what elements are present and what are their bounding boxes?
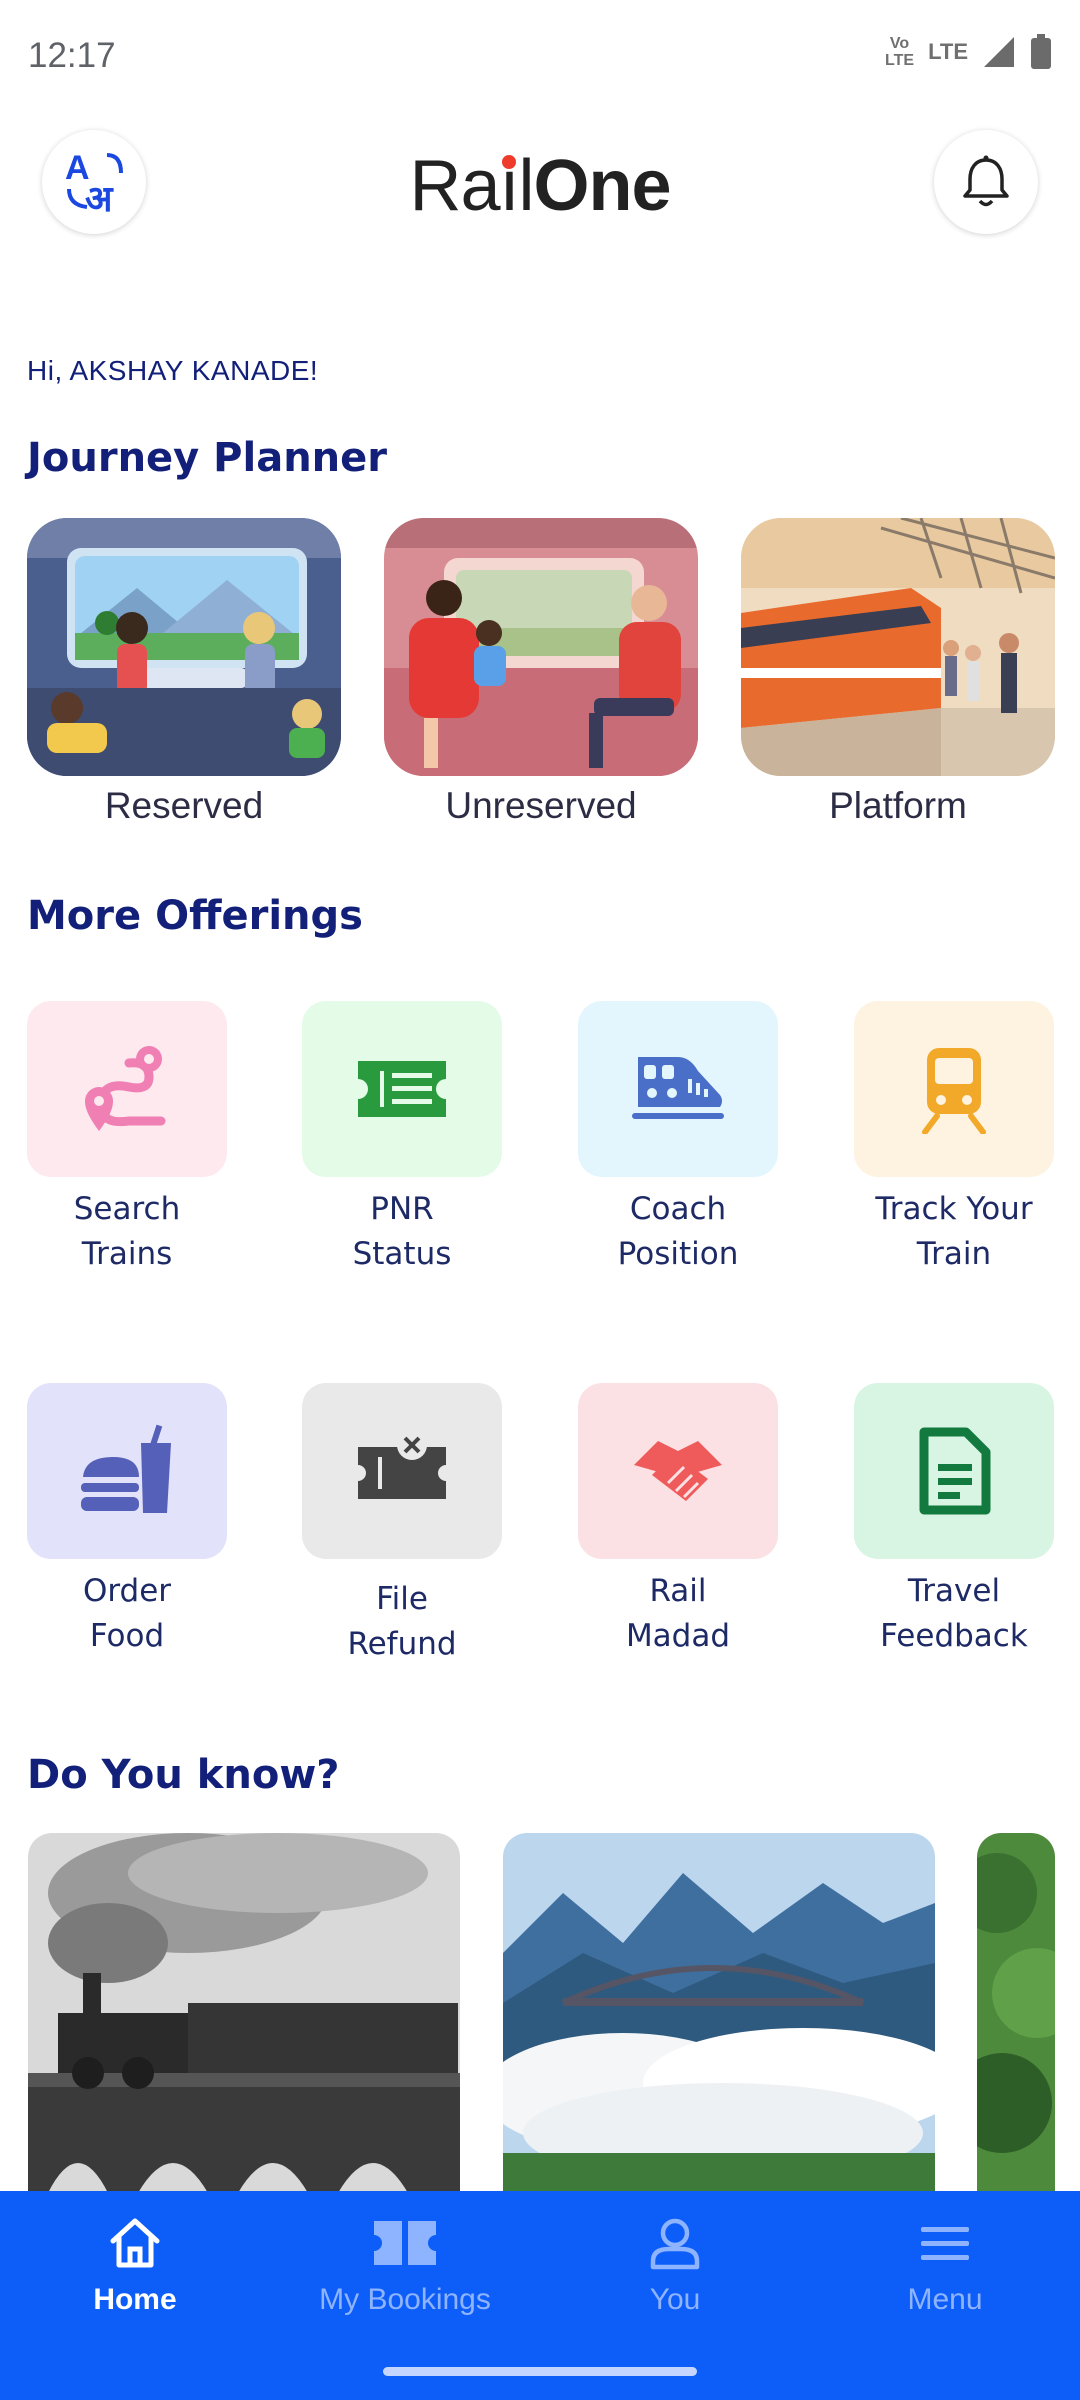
reserved-label[interactable]: Reserved [27,785,341,827]
platform-illustration [741,518,1055,776]
order-food-label: Order Food [82,1573,172,1654]
more-offerings-title: More Offerings [27,893,363,939]
chenab-bridge-photo [503,1833,935,2193]
coach-position-tile[interactable] [578,1001,778,1177]
home-indicator-bar[interactable] [383,2367,697,2376]
user-icon [650,2218,700,2270]
order-food-tile[interactable] [27,1383,227,1559]
handshake-icon [634,1441,722,1501]
bell-icon [963,155,1009,207]
nav-my-bookings[interactable]: My Bookings [270,2215,540,2317]
app-screen: 12:17 VoLTE LTE Aअ RaılOne Hi, AKSHAY [0,0,1080,2400]
platform-card[interactable] [741,518,1055,776]
app-logo: Raı lOne [409,146,671,226]
file-refund-label: File Refund [347,1581,457,1662]
battery-icon [1031,34,1051,69]
unreserved-card[interactable] [384,518,698,776]
journey-planner-title: Journey Planner [27,435,387,481]
nav-my-bookings-label: My Bookings [319,2283,491,2316]
notifications-button[interactable] [934,130,1038,234]
unreserved-illustration [384,518,698,776]
search-trains-tile[interactable] [27,1001,227,1177]
reserved-card[interactable] [27,518,341,776]
know-card-bridge[interactable] [503,1833,935,2193]
rail-madad-tile[interactable] [578,1383,778,1559]
nav-you-label: You [649,2283,701,2316]
volte-icon: Vo LTE [885,35,915,69]
search-trains-label: Search Trains [73,1191,181,1272]
bookings-icon [374,2221,436,2265]
lte-label: LTE [928,39,968,64]
nav-menu-label: Menu [907,2283,983,2316]
travel-feedback-tile[interactable] [854,1383,1054,1559]
menu-icon [921,2227,969,2260]
unreserved-label[interactable]: Unreserved [384,785,698,827]
ticket-icon [358,1061,446,1117]
reserved-illustration [27,518,341,776]
train-engine-icon [632,1057,724,1119]
know-card-steam-train[interactable] [28,1833,460,2193]
route-icon [85,1046,166,1131]
nav-menu[interactable]: Menu [810,2215,1080,2317]
app-header: Aअ Raı lOne [0,125,1080,240]
do-you-know-title: Do You know? [27,1752,340,1798]
forest-photo [977,1833,1055,2193]
track-train-tile[interactable] [854,1001,1054,1177]
home-icon [110,2218,160,2268]
nav-you[interactable]: You [540,2215,810,2317]
nav-home[interactable]: Home [0,2215,270,2317]
platform-label[interactable]: Platform [741,785,1055,827]
know-card-partial[interactable] [977,1833,1055,2193]
pnr-status-tile[interactable] [302,1001,502,1177]
train-front-icon [922,1048,986,1134]
file-refund-tile[interactable] [302,1383,502,1559]
rail-madad-label: Rail Madad [625,1573,731,1654]
nav-home-label: Home [93,2283,177,2316]
refund-ticket-icon [358,1431,446,1499]
pnr-status-label: PNR Status [352,1191,452,1272]
status-bar: 12:17 Vo LTE LTE [0,0,1080,115]
status-time: 12:17 [28,36,116,75]
coach-position-label: Coach Position [617,1191,739,1272]
status-icons: Vo LTE LTE [885,34,1052,70]
food-icon [81,1424,171,1513]
steam-train-photo [28,1833,460,2193]
travel-feedback-label: Travel Feedback [880,1573,1028,1654]
greeting-text: Hi, AKSHAY KANADE! [27,355,319,386]
track-train-label: Track Your Train [875,1191,1033,1272]
signal-icon [984,37,1014,67]
document-icon [919,1427,991,1515]
